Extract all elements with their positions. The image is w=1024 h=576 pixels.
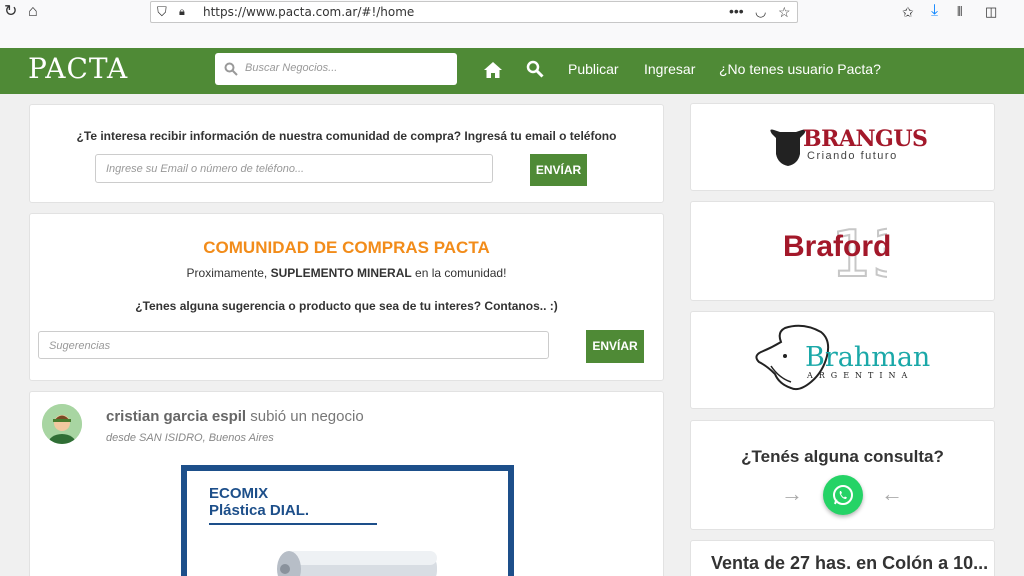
product-image-title: ECOMIX [209,485,269,502]
suggestion-send-button[interactable]: ENVÍAR [586,330,644,363]
announcement-text: Proximamente, [186,266,271,280]
shield-icon[interactable]: ⛉ [157,2,167,22]
site-header: PACTA Buscar Negocios... Publicar Ingres… [0,48,1024,94]
announcement-suffix: en la comunidad! [411,266,507,280]
post-headline: cristian garcia espil subió un negocio [106,408,364,425]
community-announcement: Proximamente, SUPLEMENTO MINERAL en la c… [30,266,663,280]
library-icon[interactable]: ⫴ [957,2,962,22]
arrow-left-icon: ← [881,481,903,506]
brangus-logo-text: BRANGUS [803,126,928,152]
search-input[interactable]: Buscar Negocios... [215,53,457,85]
address-bar[interactable]: ⛉ 🔒︎ https://www.pacta.com.ar/#!/home ••… [150,1,798,23]
braford-logo-text: Braford [783,230,892,263]
bull-icon [770,129,806,166]
announcement-product: SUPLEMENTO MINERAL [270,266,412,280]
more-icon[interactable]: ••• [729,1,744,21]
braford-banner[interactable]: 13 Braford [690,201,995,301]
consulta-title: ¿Tenés alguna consulta? [741,447,944,466]
arrow-right-icon: → [781,481,803,506]
home-icon[interactable]: ⌂ [28,2,38,22]
browser-toolbar: ↻ ⌂ ⛉ 🔒︎ https://www.pacta.com.ar/#!/hom… [0,0,1024,48]
avatar[interactable] [42,404,82,444]
site-logo[interactable]: PACTA [28,52,128,85]
brahman-logo-text: Brahman [805,342,931,373]
consulta-card: ¿Tenés alguna consulta? → ← [690,420,995,530]
nav-ingresar[interactable]: Ingresar [644,61,695,77]
home-nav-icon[interactable] [483,61,503,79]
download-icon[interactable]: ⤓ [931,1,938,21]
brangus-banner[interactable]: BRANGUS Criando futuro [690,103,995,191]
search-icon [224,62,238,76]
post-action: subió un negocio [246,408,364,425]
search-nav-icon[interactable] [526,60,544,78]
nav-publicar[interactable]: Publicar [568,61,619,77]
email-placeholder: Ingrese su Email o número de teléfono... [106,163,305,175]
user-avatar-icon [42,404,82,444]
suggestions-placeholder: Sugerencias [49,340,111,352]
search-placeholder: Buscar Negocios... [245,62,338,74]
pocket-icon[interactable]: ◡ [755,2,766,22]
brangus-tagline: Criando futuro [807,150,898,162]
community-card: COMUNIDAD DE COMPRAS PACTA Proximamente,… [29,213,664,381]
whatsapp-button[interactable] [823,475,863,515]
community-title: COMUNIDAD DE COMPRAS PACTA [203,238,490,257]
sidebar-icon[interactable]: ◫ [985,2,997,22]
lock-icon: 🔒︎ [179,6,185,18]
listing-card[interactable]: Venta de 27 has. en Colón a 10... [690,540,995,576]
star-icon[interactable]: ☆ [778,2,791,22]
brahman-tagline: ARGENTINA [807,371,914,380]
image-divider [209,523,377,525]
post-location: desde SAN ISIDRO, Buenos Aires [106,432,274,444]
post-author[interactable]: cristian garcia espil [106,408,246,425]
brahman-banner[interactable]: Brahman ARGENTINA [690,311,995,409]
url-text[interactable]: https://www.pacta.com.ar/#!/home [203,5,414,19]
nav-registrarse[interactable]: ¿No tenes usuario Pacta? [719,61,881,77]
product-image[interactable]: ECOMIX Plástica DIAL. [181,465,514,576]
newsletter-send-button[interactable]: ENVÍAR [530,154,587,186]
product-image-subtitle: Plástica DIAL. [209,502,310,519]
newsletter-prompt: ¿Te interesa recibir información de nues… [76,129,617,143]
bookmark-icon[interactable]: ✩ [902,2,914,22]
listing-title[interactable]: Venta de 27 has. en Colón a 10... [711,553,988,574]
business-post-card: cristian garcia espil subió un negocio d… [29,391,664,576]
suggestions-field[interactable]: Sugerencias [38,331,549,359]
reload-icon[interactable]: ↻ [4,2,17,22]
whatsapp-icon [833,484,853,506]
suggestion-question: ¿Tenes alguna sugerencia o producto que … [135,299,558,313]
dispenser-illustration [277,551,437,576]
email-phone-field[interactable]: Ingrese su Email o número de teléfono... [95,154,493,183]
newsletter-card: ¿Te interesa recibir información de nues… [29,104,664,203]
